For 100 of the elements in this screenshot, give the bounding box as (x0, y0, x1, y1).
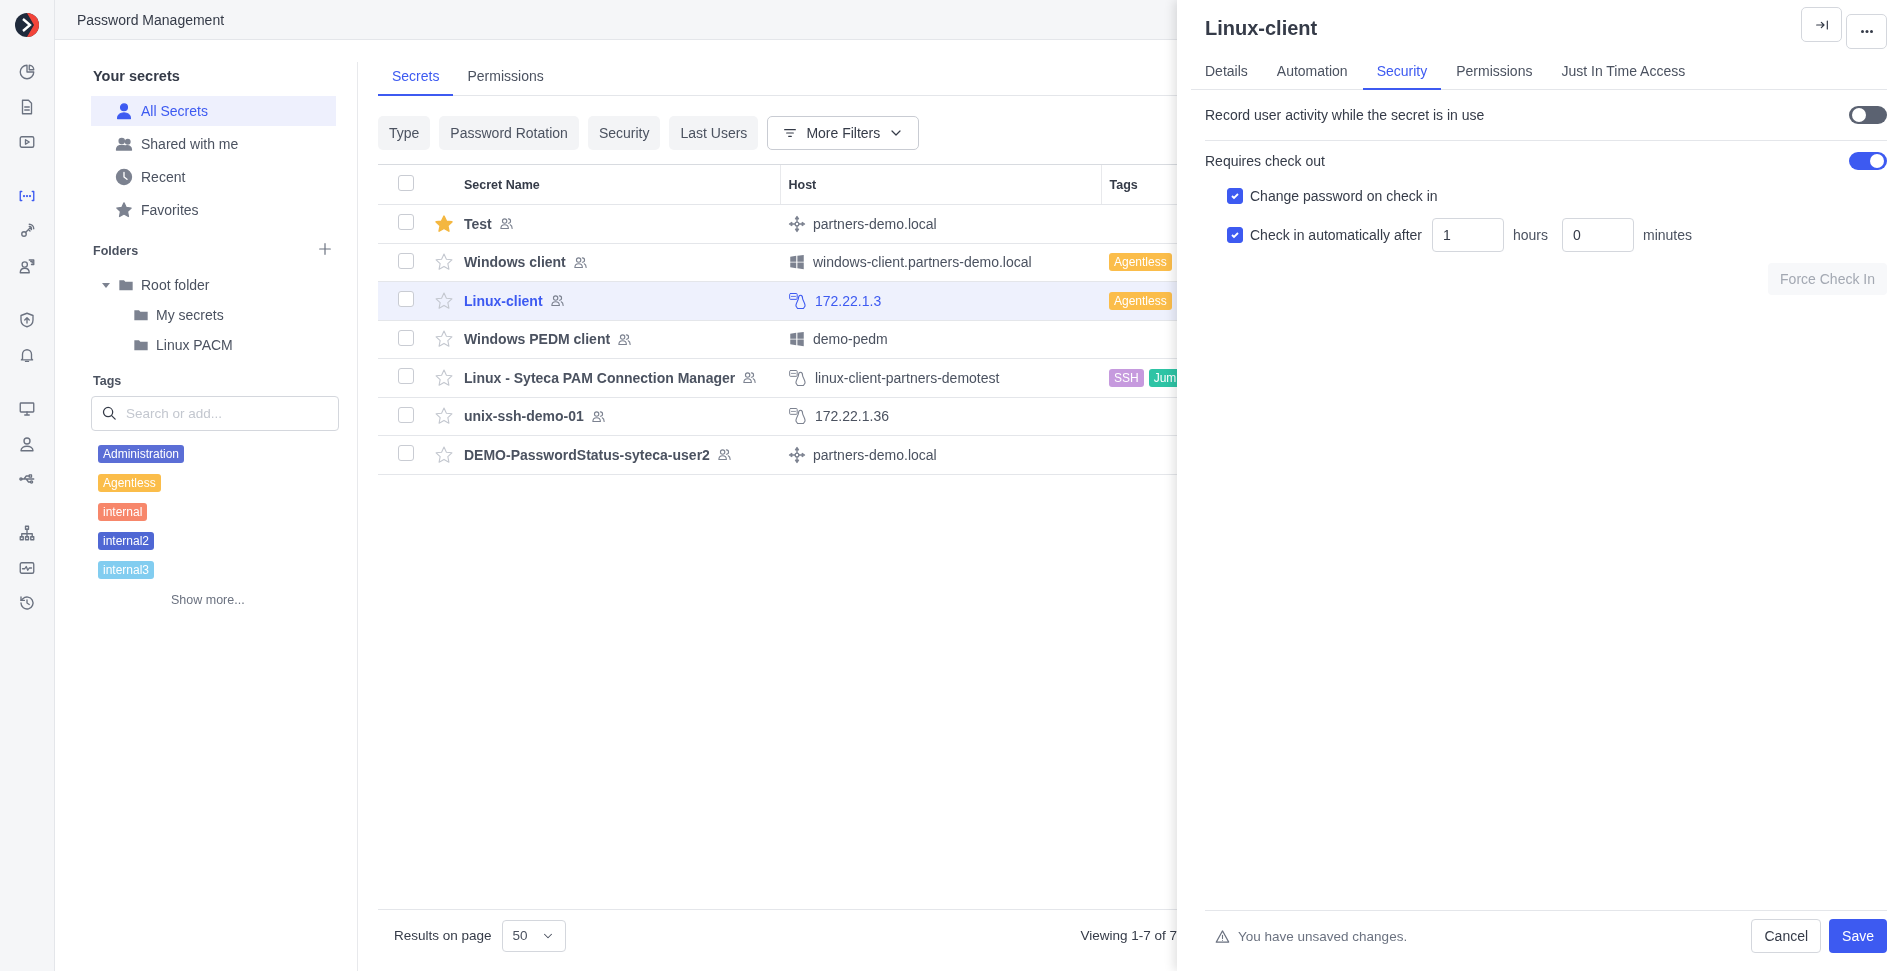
secret-name[interactable]: Test (464, 215, 492, 232)
secret-name[interactable]: Linux - Syteca PAM Connection Manager (464, 369, 736, 386)
warning-icon (1215, 928, 1230, 944)
host-name: partners-demo.local (813, 446, 937, 463)
tab[interactable]: Details (1191, 56, 1262, 90)
user-icon (115, 102, 133, 120)
results-count: Viewing 1-7 of 7 (1080, 928, 1177, 943)
checkbox[interactable] (1227, 227, 1243, 243)
tag-search-field[interactable]: Search or add... (91, 396, 339, 431)
unsaved-warning: You have unsaved changes. (1238, 928, 1408, 944)
tab[interactable]: Security (1362, 56, 1442, 90)
users-icon (115, 135, 133, 153)
secret-name[interactable]: Windows PEDM client (464, 331, 611, 348)
host-name: 172.22.1.36 (815, 408, 889, 425)
history-icon (18, 594, 36, 612)
play-icon (18, 133, 36, 151)
star-icon (434, 406, 454, 427)
tag-chip: Agentless (1109, 253, 1172, 272)
cancel-button[interactable]: Cancel (1751, 919, 1822, 953)
nav-item[interactable]: Shared with me (91, 129, 336, 159)
favorite-star-button[interactable] (434, 290, 454, 311)
results-per-page-label: Results on page (394, 928, 492, 943)
filter-button[interactable]: Security (587, 116, 661, 150)
tag-chip[interactable]: Administration (98, 445, 185, 463)
favorite-star-button[interactable] (434, 444, 454, 465)
nav-item[interactable]: Recent (91, 162, 336, 192)
shared-users-icon (742, 370, 758, 386)
tree-item[interactable]: Root folder (91, 270, 345, 300)
caret-icon[interactable] (101, 280, 111, 290)
secret-name[interactable]: DEMO-PasswordStatus-syteca-user2 (464, 446, 710, 463)
star-icon (434, 329, 454, 350)
favorite-star-button[interactable] (434, 367, 454, 388)
terminal-penguin-icon (788, 406, 808, 427)
toggle-switch[interactable] (1849, 152, 1887, 170)
filter-button[interactable]: Last Users (669, 116, 759, 150)
row-checkbox[interactable] (398, 214, 414, 231)
hierarchy-icon (18, 524, 36, 542)
tab[interactable]: Secrets (378, 58, 454, 96)
pie-chart-icon (18, 63, 36, 81)
tab[interactable]: Just In Time Access (1547, 56, 1700, 90)
secret-name[interactable]: Windows client (464, 254, 566, 271)
checkmark-icon (1230, 230, 1240, 240)
column-header: Host (780, 164, 1101, 205)
star-icon (434, 290, 454, 311)
folder-icon (133, 307, 149, 323)
folder-label: Root folder (141, 277, 210, 293)
tab[interactable]: Permissions (453, 58, 558, 96)
ellipsis-icon (1860, 29, 1873, 33)
app-logo[interactable] (14, 12, 40, 38)
setting-label: Record user activity while the secret is in use (1205, 107, 1485, 123)
more-filters-dropdown[interactable]: More Filters (767, 116, 920, 150)
nav-item[interactable]: All Secrets (91, 96, 336, 126)
save-button[interactable]: Save (1829, 919, 1887, 953)
page-size-select[interactable]: 50 (501, 919, 567, 952)
folder-label: My secrets (156, 307, 224, 323)
tab[interactable]: Permissions (1442, 56, 1547, 90)
row-checkbox[interactable] (398, 252, 414, 269)
secret-name[interactable]: unix-ssh-demo-01 (464, 408, 584, 425)
minutes-input[interactable]: 0 (1562, 218, 1634, 252)
hours-input[interactable]: 1 (1431, 218, 1504, 252)
activity-icon (18, 559, 36, 577)
tab[interactable]: Automation (1262, 56, 1362, 90)
folder-label: Linux PACM (156, 337, 233, 353)
folder-icon (133, 337, 149, 353)
shared-users-icon (498, 216, 514, 232)
collapse-drawer-button[interactable] (1801, 7, 1842, 43)
show-more-link[interactable]: Show more... (171, 593, 245, 607)
favorite-star-button[interactable] (434, 406, 454, 427)
nav-item[interactable]: Favorites (91, 195, 336, 225)
toggle-switch[interactable] (1849, 106, 1887, 124)
favorite-star-button[interactable] (434, 213, 454, 234)
tree-item[interactable]: My secrets (91, 300, 345, 330)
unit-label: hours (1512, 227, 1548, 243)
terminal-penguin-icon (788, 367, 808, 388)
row-checkbox[interactable] (398, 368, 414, 385)
host-name: windows-client.partners-demo.local (813, 254, 1032, 271)
row-checkbox[interactable] (398, 291, 414, 308)
row-checkbox[interactable] (398, 329, 414, 346)
drawer-title: Linux-client (1205, 16, 1318, 40)
star-icon (434, 252, 454, 273)
network-icon (788, 214, 806, 233)
secret-name[interactable]: Linux-client (464, 292, 543, 309)
tag-chip[interactable]: internal2 (98, 532, 155, 550)
folder-icon (118, 277, 134, 293)
select-all-checkbox[interactable] (398, 175, 414, 191)
terminal-penguin-icon (788, 290, 808, 311)
clock-icon (115, 168, 133, 186)
favorite-star-button[interactable] (434, 252, 454, 273)
filter-button[interactable]: Password Rotation (439, 116, 579, 150)
checkbox[interactable] (1227, 188, 1243, 204)
filter-button[interactable]: Type (378, 116, 431, 150)
host-name: 172.22.1.3 (815, 292, 882, 309)
section-heading: Tags (93, 374, 122, 388)
key-icon (18, 222, 36, 240)
checkbox-label: Check in automatically after (1250, 227, 1422, 243)
tree-item[interactable]: Linux PACM (91, 330, 345, 360)
row-checkbox[interactable] (398, 406, 414, 423)
row-checkbox[interactable] (398, 445, 414, 462)
network-icon (788, 445, 806, 464)
favorite-star-button[interactable] (434, 329, 454, 350)
